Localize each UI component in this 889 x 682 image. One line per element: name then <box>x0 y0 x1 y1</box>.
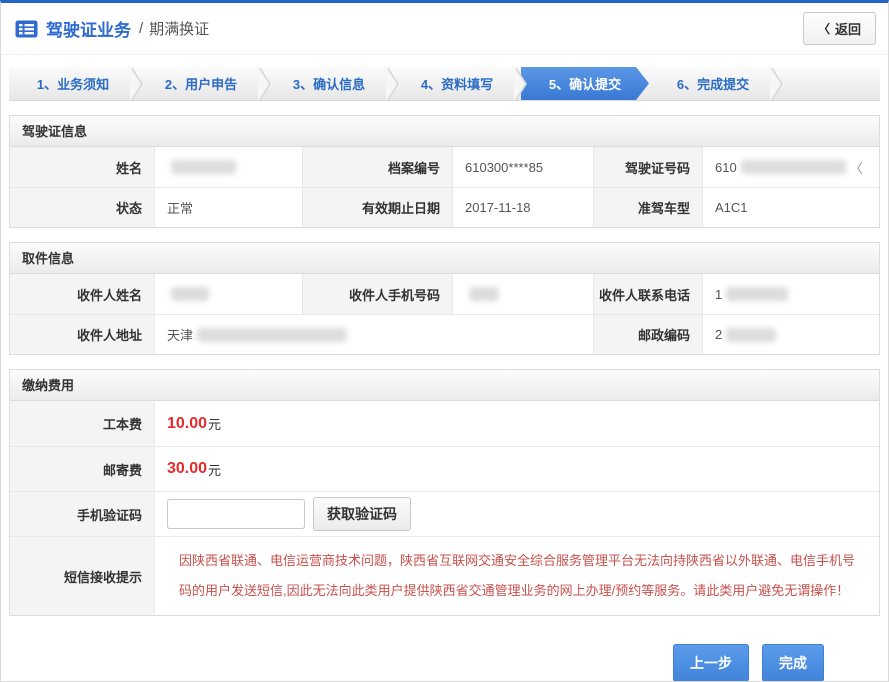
postal-code-label: 邮政编码 <box>593 314 702 354</box>
step-label: 3、确认信息 <box>293 74 365 93</box>
expiry-label: 有效期止日期 <box>302 187 452 227</box>
license-no-value: 610 〈 <box>702 147 879 187</box>
sms-notice-label: 短信接收提示 <box>10 536 154 615</box>
step-label: 6、完成提交 <box>677 74 749 93</box>
recipient-address-value: 天津 <box>154 314 593 354</box>
license-no-suffix: 〈 <box>850 158 863 177</box>
file-no-label: 档案编号 <box>302 147 452 187</box>
file-no-value: 610300****85 <box>452 147 593 187</box>
step-tab-5-active[interactable]: 5、确认提交 <box>521 67 649 100</box>
section-license-info: 驾驶证信息 姓名 档案编号 610300****85 驾驶证号码 610 〈 状态… <box>9 115 880 228</box>
redacted-name <box>171 160 236 174</box>
name-label: 姓名 <box>10 147 154 187</box>
production-fee-amount: 10.00 <box>167 415 207 433</box>
postage-fee-amount: 30.00 <box>167 460 207 478</box>
sms-code-input[interactable] <box>167 499 305 529</box>
recipient-phone-label: 收件人联系电话 <box>593 274 702 314</box>
page-container: 驾驶证业务 / 期满换证 〈 返回 1、业务须知 2、用户申告 3、确认信息 4… <box>0 0 889 682</box>
production-fee-value: 10.00元 <box>154 401 879 446</box>
production-fee-label: 工本费 <box>10 401 154 446</box>
production-fee-unit: 元 <box>208 414 221 433</box>
footer-actions: 上一步 完成 <box>1 616 888 682</box>
redacted-recipient-address <box>197 328 347 342</box>
recipient-mobile-label: 收件人手机号码 <box>302 274 452 314</box>
pickup-info-table: 收件人姓名 收件人手机号码 收件人联系电话 1 收件人地址 天津 邮政编码 2 <box>10 274 879 354</box>
step-label: 1、业务须知 <box>37 74 109 93</box>
recipient-name-label: 收件人姓名 <box>10 274 154 314</box>
name-value <box>154 147 302 187</box>
finish-button[interactable]: 完成 <box>762 644 824 682</box>
postage-fee-label: 邮寄费 <box>10 446 154 491</box>
postage-fee-value: 30.00元 <box>154 446 879 491</box>
back-button-label: 返回 <box>835 19 861 38</box>
section-title: 缴纳费用 <box>10 370 879 401</box>
postage-fee-unit: 元 <box>208 460 221 479</box>
get-code-button[interactable]: 获取验证码 <box>313 497 411 531</box>
expiry-value: 2017-11-18 <box>452 187 593 227</box>
list-card-icon <box>15 20 38 38</box>
redacted-license-no <box>741 160 846 174</box>
step-tab-2[interactable]: 2、用户申告 <box>137 67 265 100</box>
step-tab-4[interactable]: 4、资料填写 <box>393 67 521 100</box>
recipient-address-label: 收件人地址 <box>10 314 154 354</box>
license-no-prefix: 610 <box>715 160 737 175</box>
vehicle-class-label: 准驾车型 <box>593 187 702 227</box>
breadcrumb-separator: / <box>139 20 143 37</box>
recipient-phone-prefix: 1 <box>715 287 722 302</box>
step-tab-1[interactable]: 1、业务须知 <box>9 67 137 100</box>
page-header: 驾驶证业务 / 期满换证 〈 返回 <box>1 3 888 55</box>
redacted-recipient-name <box>171 287 209 301</box>
fees-table: 工本费 10.00元 邮寄费 30.00元 手机验证码 获取验证码 短信接收提示… <box>10 401 879 615</box>
vehicle-class-value: A1C1 <box>702 187 879 227</box>
step-label: 2、用户申告 <box>165 74 237 93</box>
redacted-postal-code <box>726 328 776 342</box>
license-no-label: 驾驶证号码 <box>593 147 702 187</box>
section-title: 驾驶证信息 <box>10 116 879 147</box>
section-fees: 缴纳费用 工本费 10.00元 邮寄费 30.00元 手机验证码 获取验证码 短… <box>9 369 880 616</box>
sms-notice-text: 因陕西省联通、电信运营商技术问题，陕西省互联网交通安全综合服务管理平台无法向持陕… <box>167 537 879 615</box>
sms-code-field-row: 获取验证码 <box>154 491 879 536</box>
section-pickup-info: 取件信息 收件人姓名 收件人手机号码 收件人联系电话 1 收件人地址 天津 邮政… <box>9 242 880 355</box>
step-bar-filler <box>777 67 880 100</box>
page-title: 驾驶证业务 <box>46 16 131 41</box>
step-label: 4、资料填写 <box>421 74 493 93</box>
step-wizard: 1、业务须知 2、用户申告 3、确认信息 4、资料填写 5、确认提交 6、完成提… <box>9 67 880 101</box>
step-tab-6[interactable]: 6、完成提交 <box>649 67 777 100</box>
status-value: 正常 <box>154 187 302 227</box>
step-label: 5、确认提交 <box>549 74 621 93</box>
recipient-mobile-value <box>452 274 593 314</box>
redacted-recipient-phone <box>726 287 788 301</box>
recipient-name-value <box>154 274 302 314</box>
breadcrumb-current: 期满换证 <box>149 18 209 39</box>
chevron-left-icon: 〈 <box>818 20 830 37</box>
postal-code-prefix: 2 <box>715 327 722 342</box>
section-title: 取件信息 <box>10 243 879 274</box>
recipient-address-prefix: 天津 <box>167 325 193 344</box>
redacted-recipient-mobile <box>469 287 499 301</box>
postal-code-value: 2 <box>702 314 879 354</box>
status-label: 状态 <box>10 187 154 227</box>
previous-step-button[interactable]: 上一步 <box>673 644 749 682</box>
step-tab-3[interactable]: 3、确认信息 <box>265 67 393 100</box>
sms-notice-row: 因陕西省联通、电信运营商技术问题，陕西省互联网交通安全综合服务管理平台无法向持陕… <box>154 536 879 615</box>
sms-code-label: 手机验证码 <box>10 491 154 536</box>
license-info-table: 姓名 档案编号 610300****85 驾驶证号码 610 〈 状态 正常 有效… <box>10 147 879 227</box>
recipient-phone-value: 1 <box>702 274 879 314</box>
back-button[interactable]: 〈 返回 <box>803 12 876 45</box>
